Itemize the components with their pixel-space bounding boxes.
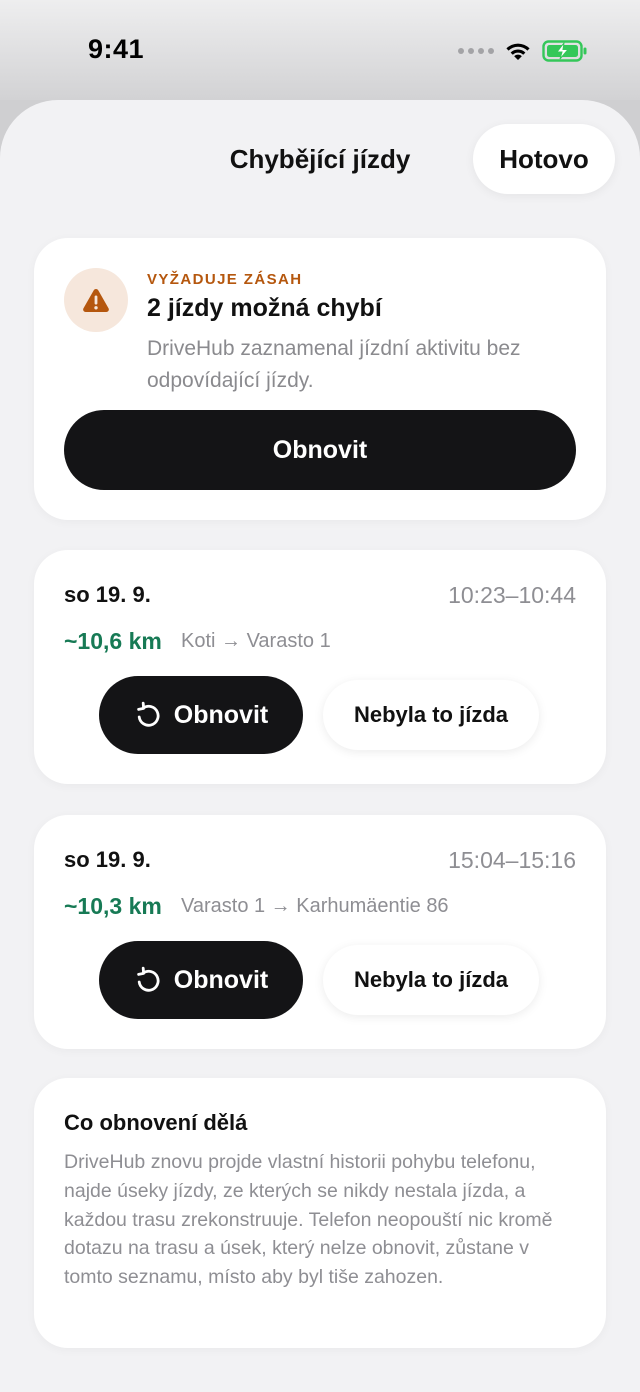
alert-eyebrow: VYŽADUJE ZÁSAH: [147, 271, 303, 288]
trip-time-range: 10:23–10:44: [448, 582, 576, 608]
trip-card: so 19. 9. 10:23–10:44 ~10,6 km Koti → Va…: [34, 550, 606, 784]
info-card: Co obnovení dělá DriveHub znovu projde v…: [34, 1078, 606, 1348]
status-time: 9:41: [88, 34, 145, 64]
info-body: DriveHub znovu projde vlastní historii p…: [64, 1151, 553, 1289]
restore-trip-label: Obnovit: [173, 700, 269, 729]
alert-card: VYŽADUJE ZÁSAH 2 jízdy možná chybí Drive…: [34, 238, 606, 520]
trip-route: Koti → Varasto 1: [181, 630, 331, 652]
not-a-trip-button[interactable]: Nebyla to jízda: [323, 680, 539, 750]
trip-time-range: 15:04–15:16: [448, 847, 576, 873]
alert-description: DriveHub zaznamenal jízdní aktivitu bez …: [147, 337, 521, 392]
trip-date: so 19. 9.: [64, 582, 151, 607]
alert-title: 2 jízdy možná chybí: [147, 294, 382, 322]
trip-route: Varasto 1 → Karhumäentie 86: [181, 895, 449, 917]
restore-trip-button[interactable]: Obnovit: [99, 676, 303, 754]
restore-all-button[interactable]: Obnovit: [64, 410, 576, 490]
status-bar: 9:41: [0, 0, 640, 100]
trip-distance: ~10,6 km: [64, 628, 162, 654]
not-a-trip-button[interactable]: Nebyla to jízda: [323, 945, 539, 1015]
restore-trip-button[interactable]: Obnovit: [99, 941, 303, 1019]
restore-trip-label: Obnovit: [173, 965, 269, 994]
trip-distance: ~10,3 km: [64, 893, 162, 919]
restore-icon: [136, 701, 160, 727]
restore-icon: [136, 966, 160, 992]
battery-charging-icon: [542, 40, 587, 62]
info-title: Co obnovení dělá: [64, 1110, 248, 1135]
warning-icon-badge: [64, 268, 128, 332]
cellular-signal-icon: [458, 48, 494, 54]
status-icons: [458, 40, 588, 62]
trip-card: so 19. 9. 15:04–15:16 ~10,3 km Varasto 1…: [34, 815, 606, 1049]
trip-date: so 19. 9.: [64, 847, 151, 872]
wifi-icon: [506, 43, 530, 60]
done-button[interactable]: Hotovo: [473, 124, 615, 194]
warning-icon: [83, 289, 109, 312]
